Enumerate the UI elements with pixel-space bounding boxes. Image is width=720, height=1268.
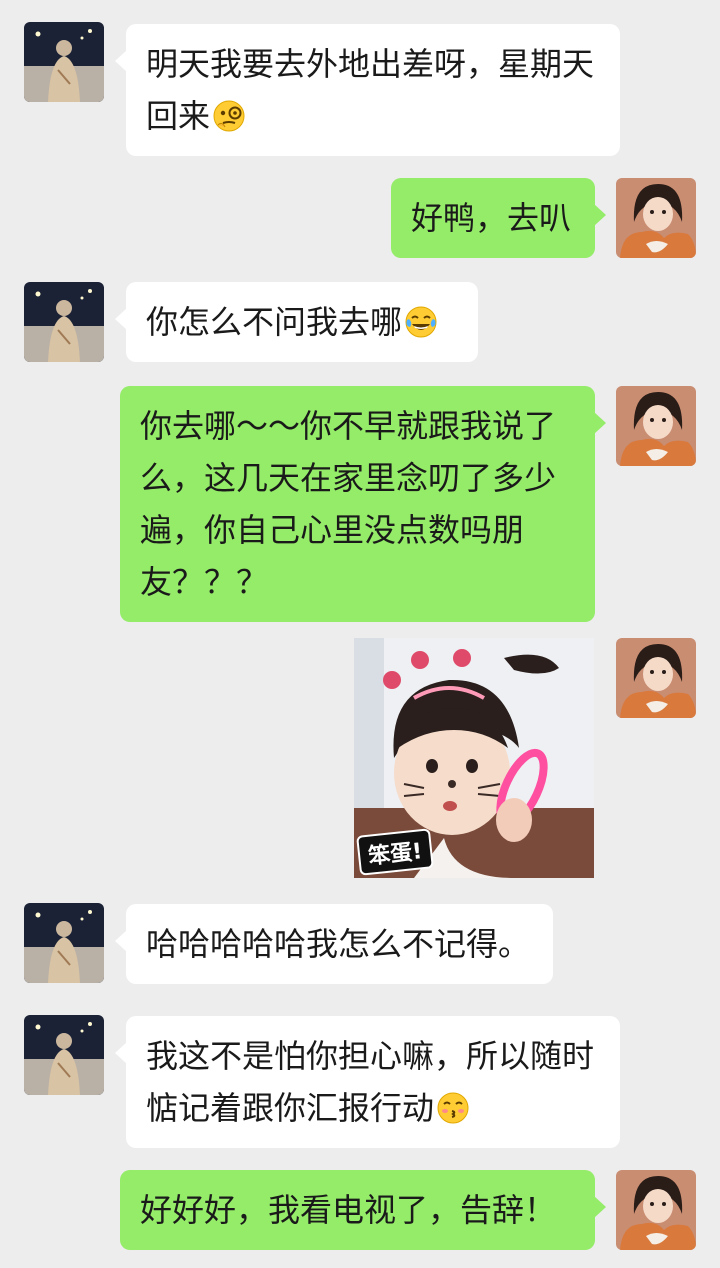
sticker-image[interactable]: 笨蛋! bbox=[354, 638, 594, 878]
my-avatar[interactable] bbox=[616, 178, 696, 258]
contact-avatar[interactable] bbox=[24, 282, 104, 362]
avatar-image bbox=[616, 638, 696, 718]
message-bubble-outgoing[interactable]: 好好好，我看电视了，告辞！ bbox=[120, 1170, 606, 1250]
message-bubble-incoming[interactable]: 哈哈哈哈哈我怎么不记得。 bbox=[115, 904, 553, 984]
message-bubble-outgoing[interactable]: 好鸭，去叭 bbox=[391, 178, 606, 258]
sticker-caption: 笨蛋! bbox=[356, 828, 434, 876]
message-text: 你怎么不问我去哪 bbox=[146, 303, 403, 341]
message-bubble-incoming[interactable]: 我这不是怕你担心嘛，所以随时惦记着跟你汇报行动 bbox=[115, 1016, 620, 1148]
contact-avatar[interactable] bbox=[24, 1015, 104, 1095]
message-bubble-incoming[interactable]: 明天我要去外地出差呀，星期天回来 bbox=[115, 24, 620, 156]
kissing-face-icon bbox=[437, 1092, 469, 1124]
avatar-image bbox=[24, 903, 104, 983]
message-text: 好鸭，去叭 bbox=[411, 199, 572, 237]
avatar-image bbox=[616, 1170, 696, 1250]
my-avatar[interactable] bbox=[616, 1170, 696, 1250]
my-avatar[interactable] bbox=[616, 386, 696, 466]
my-avatar[interactable] bbox=[616, 638, 696, 718]
monocle-face-icon bbox=[213, 100, 245, 132]
avatar-image bbox=[24, 22, 104, 102]
message-bubble-incoming[interactable]: 你怎么不问我去哪 bbox=[115, 282, 478, 362]
message-bubble-outgoing[interactable]: 你去哪～～你不早就跟我说了么，这几天在家里念叨了多少遍，你自己心里没点数吗朋友？… bbox=[120, 386, 606, 622]
message-text: 我这不是怕你担心嘛，所以随时惦记着跟你汇报行动 bbox=[146, 1037, 595, 1127]
avatar-image bbox=[24, 282, 104, 362]
tears-of-joy-face-icon bbox=[405, 306, 437, 338]
message-text: 哈哈哈哈哈我怎么不记得。 bbox=[146, 925, 531, 963]
avatar-image bbox=[24, 1015, 104, 1095]
contact-avatar[interactable] bbox=[24, 903, 104, 983]
message-text: 好好好，我看电视了，告辞！ bbox=[140, 1191, 557, 1229]
contact-avatar[interactable] bbox=[24, 22, 104, 102]
avatar-image bbox=[616, 178, 696, 258]
avatar-image bbox=[616, 386, 696, 466]
message-text: 你去哪～～你不早就跟我说了么，这几天在家里念叨了多少遍，你自己心里没点数吗朋友？… bbox=[140, 407, 557, 601]
